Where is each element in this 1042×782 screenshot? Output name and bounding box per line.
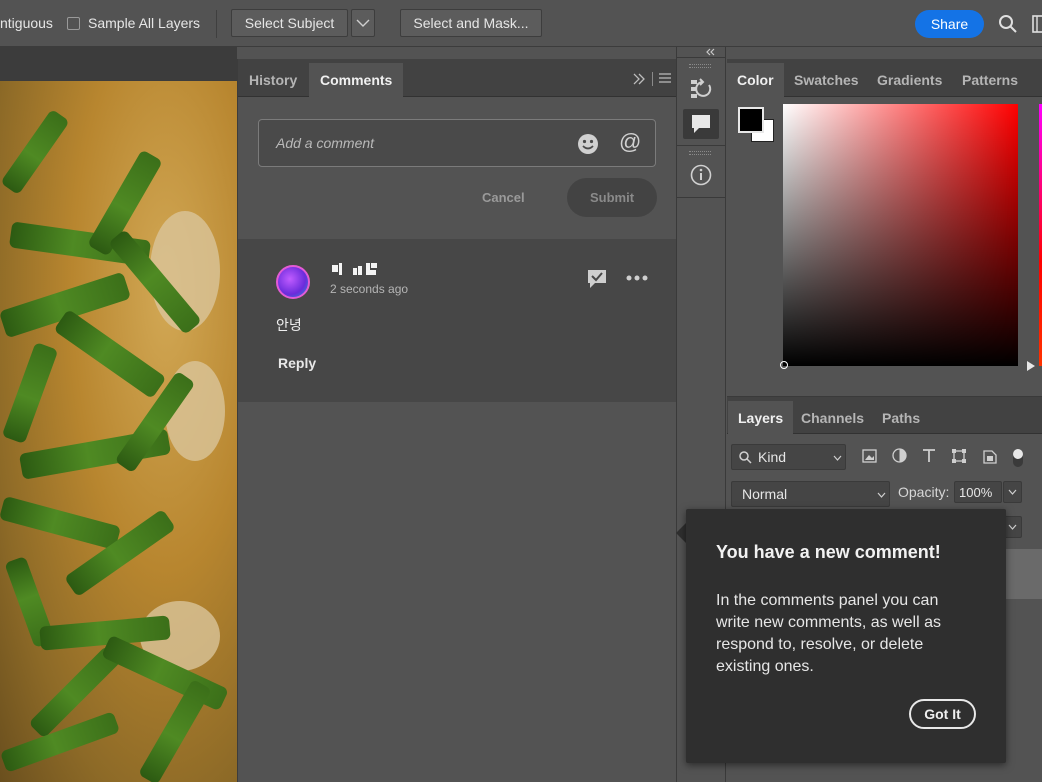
kind-filter-dropdown[interactable]: Kind	[731, 444, 846, 470]
tooltip-title: You have a new comment!	[716, 542, 941, 562]
comment-timestamp: 2 seconds ago	[330, 282, 409, 296]
panel-menu-icon[interactable]	[659, 73, 671, 83]
canvas-image[interactable]	[0, 81, 237, 782]
smart-object-filter-icon[interactable]	[983, 448, 997, 464]
document-tab-strip	[0, 47, 237, 81]
tab-layers[interactable]: Layers	[728, 401, 794, 435]
type-filter-icon[interactable]	[922, 448, 936, 463]
kind-filter-label: Kind	[758, 449, 787, 465]
select-subject-dropdown[interactable]	[351, 9, 375, 37]
reply-link[interactable]: Reply	[278, 355, 316, 371]
adjustment-filter-icon[interactable]	[892, 448, 907, 463]
comment-icon	[692, 115, 710, 133]
hue-slider-handle-icon[interactable]	[1027, 361, 1035, 371]
shape-filter-icon[interactable]	[951, 448, 967, 464]
tab-paths[interactable]: Paths	[872, 401, 930, 435]
panel-tab-bar: Layers Channels Paths	[727, 397, 1042, 435]
tab-channels[interactable]: Channels	[791, 401, 874, 435]
chevron-down-icon	[356, 19, 370, 27]
chevron-down-icon	[877, 492, 886, 498]
tab-color[interactable]: Color	[727, 63, 784, 97]
select-subject-button[interactable]: Select Subject	[231, 9, 348, 37]
chevron-down-icon	[1008, 489, 1017, 495]
tooltip-arrow	[676, 523, 686, 543]
chevron-down-icon	[833, 455, 842, 461]
comment-item: 2 seconds ago 안녕 Reply	[238, 239, 676, 402]
drag-handle[interactable]	[689, 64, 711, 68]
author-name-redacted	[332, 263, 377, 275]
search-icon	[739, 451, 752, 464]
submit-button[interactable]: Submit	[567, 178, 657, 217]
tab-history[interactable]: History	[238, 63, 308, 97]
new-comment-tooltip: You have a new comment! In the comments …	[686, 509, 1006, 763]
divider	[216, 10, 217, 38]
collapse-panel-icon[interactable]	[632, 73, 646, 85]
drag-handle[interactable]	[689, 151, 711, 155]
color-panel: Color Swatches Gradients Patterns	[727, 59, 1042, 392]
opacity-input[interactable]: 100%	[954, 481, 1002, 503]
opacity-dropdown[interactable]	[1003, 481, 1022, 503]
search-icon[interactable]	[998, 14, 1018, 34]
panel-tab-bar: Color Swatches Gradients Patterns	[727, 59, 1042, 97]
color-field[interactable]	[780, 104, 1018, 369]
tab-swatches[interactable]: Swatches	[784, 63, 869, 97]
cancel-button[interactable]: Cancel	[482, 190, 525, 205]
opacity-label: Opacity:	[898, 484, 950, 500]
image-filter-icon[interactable]	[862, 449, 877, 463]
filter-toggle[interactable]	[1013, 449, 1023, 467]
more-options-icon[interactable]	[626, 275, 648, 281]
collapse-strip-icon[interactable]	[705, 48, 715, 56]
comment-input[interactable]: Add a comment @	[258, 119, 656, 167]
resolve-comment-icon[interactable]	[587, 269, 607, 289]
comment-text: 안녕	[276, 317, 302, 333]
tab-patterns[interactable]: Patterns	[952, 63, 1028, 97]
comments-strip-button[interactable]	[683, 109, 719, 139]
emoji-icon[interactable]	[577, 133, 599, 155]
tab-gradients[interactable]: Gradients	[867, 63, 952, 97]
color-picker-marker[interactable]	[780, 361, 788, 369]
mention-icon[interactable]: @	[619, 129, 641, 155]
foreground-color-swatch[interactable]	[738, 107, 764, 133]
workspace-icon[interactable]	[1032, 14, 1042, 34]
tab-comments[interactable]: Comments	[309, 63, 404, 97]
divider	[652, 72, 653, 86]
sample-all-layers-checkbox[interactable]	[67, 17, 80, 30]
blend-mode-dropdown[interactable]: Normal	[731, 481, 890, 507]
panel-tab-bar: History Comments	[238, 59, 676, 97]
contiguous-label[interactable]: ntiguous	[0, 15, 53, 31]
select-and-mask-button[interactable]: Select and Mask...	[400, 9, 542, 37]
history-icon[interactable]	[689, 77, 713, 101]
chevron-down-icon	[1008, 524, 1017, 530]
got-it-button[interactable]: Got It	[909, 699, 976, 729]
blend-mode-value: Normal	[742, 486, 788, 502]
comment-input-placeholder: Add a comment	[276, 135, 375, 151]
options-bar: ntiguous Sample All Layers Select Subjec…	[0, 0, 1042, 47]
avatar[interactable]	[276, 265, 310, 299]
tooltip-body: In the comments panel you can write new …	[716, 592, 941, 675]
comments-panel: History Comments Add a comment @ Cancel …	[237, 59, 676, 782]
share-button[interactable]: Share	[915, 10, 984, 38]
sample-all-layers-label[interactable]: Sample All Layers	[88, 15, 200, 31]
info-icon[interactable]	[690, 164, 712, 186]
